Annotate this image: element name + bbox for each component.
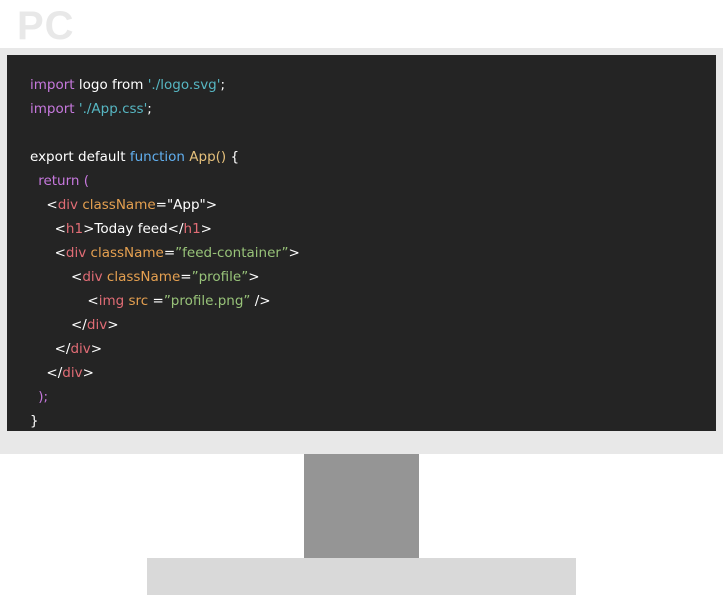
code-token: src — [128, 293, 149, 309]
code-token: = — [180, 269, 192, 285]
pc-illustration: PC import logo from './logo.svg'; import … — [0, 0, 723, 595]
code-token: </ — [46, 365, 63, 381]
code-token: { — [226, 149, 240, 165]
code-token: logo from — [74, 77, 148, 93]
code-token: ; — [220, 77, 226, 93]
code-token: div — [65, 245, 87, 261]
code-token: > — [200, 221, 212, 237]
code-token: < — [87, 293, 99, 309]
code-token: export default — [30, 149, 130, 165]
code-token: className — [106, 269, 181, 285]
code-line: ); — [30, 385, 300, 409]
code-token: div — [82, 269, 103, 285]
code-line: import logo from './logo.svg'; — [30, 73, 300, 97]
code-token: > — [248, 269, 260, 285]
code-token: ; — [147, 101, 152, 117]
code-token: function — [129, 149, 185, 165]
code-token: className — [90, 245, 164, 261]
code-token: < — [54, 245, 66, 261]
code-token: return ( — [38, 173, 90, 189]
code-token: div — [62, 365, 83, 381]
code-token: ”profile.png” — [163, 293, 251, 309]
code-token: = — [163, 245, 176, 261]
code-token: = — [148, 293, 164, 309]
code-token: './App.css' — [78, 101, 148, 117]
code-token: h1 — [65, 221, 84, 237]
code-block: import logo from './logo.svg'; import './… — [30, 73, 300, 433]
code-token: > — [288, 245, 300, 261]
code-token: ”profile” — [191, 269, 249, 285]
code-token: './logo.svg' — [147, 77, 221, 93]
code-token: } — [30, 413, 39, 429]
code-token: < — [54, 221, 66, 237]
code-line: export default function App() { — [30, 145, 300, 169]
code-line: <div className=”profile”> — [30, 265, 300, 289]
code-token: ”feed-container” — [175, 245, 289, 261]
monitor-stand-base — [147, 558, 576, 595]
code-token: ); — [38, 389, 49, 405]
code-token: < — [71, 269, 83, 285]
code-token: import — [30, 77, 75, 93]
code-token: ="App"> — [155, 197, 218, 213]
code-line: </div> — [30, 313, 300, 337]
code-token: h1 — [183, 221, 201, 237]
code-token: div — [57, 197, 79, 213]
code-line: return ( — [30, 169, 300, 193]
code-token: div — [70, 341, 91, 357]
code-token: /> — [250, 293, 271, 309]
monitor-stand-neck — [304, 454, 419, 558]
code-token: > — [82, 365, 94, 381]
code-token: className — [82, 197, 156, 213]
code-line: } — [30, 409, 300, 433]
code-line: <div className=”feed-container”> — [30, 241, 300, 265]
page-title: PC — [17, 4, 75, 48]
monitor-screen: import logo from './logo.svg'; import './… — [7, 55, 716, 431]
code-token: App() — [189, 149, 227, 165]
code-token: > — [107, 317, 119, 333]
monitor-frame: import logo from './logo.svg'; import './… — [0, 48, 723, 454]
code-token: > — [90, 341, 103, 357]
code-line: <h1>Today feed</h1> — [30, 217, 300, 241]
code-token: </ — [54, 341, 71, 357]
code-line: </div> — [30, 337, 300, 361]
code-line: <img src =”profile.png” /> — [30, 289, 300, 313]
code-line: </div> — [30, 361, 300, 385]
code-token: </ — [71, 317, 87, 333]
code-token: div — [86, 317, 108, 333]
code-token: img — [98, 293, 125, 309]
code-token: >Today feed</ — [83, 221, 184, 237]
code-line: <div className="App"> — [30, 193, 300, 217]
code-line: import './App.css'; — [30, 97, 300, 121]
code-token: < — [46, 197, 58, 213]
code-token: import — [30, 101, 75, 117]
